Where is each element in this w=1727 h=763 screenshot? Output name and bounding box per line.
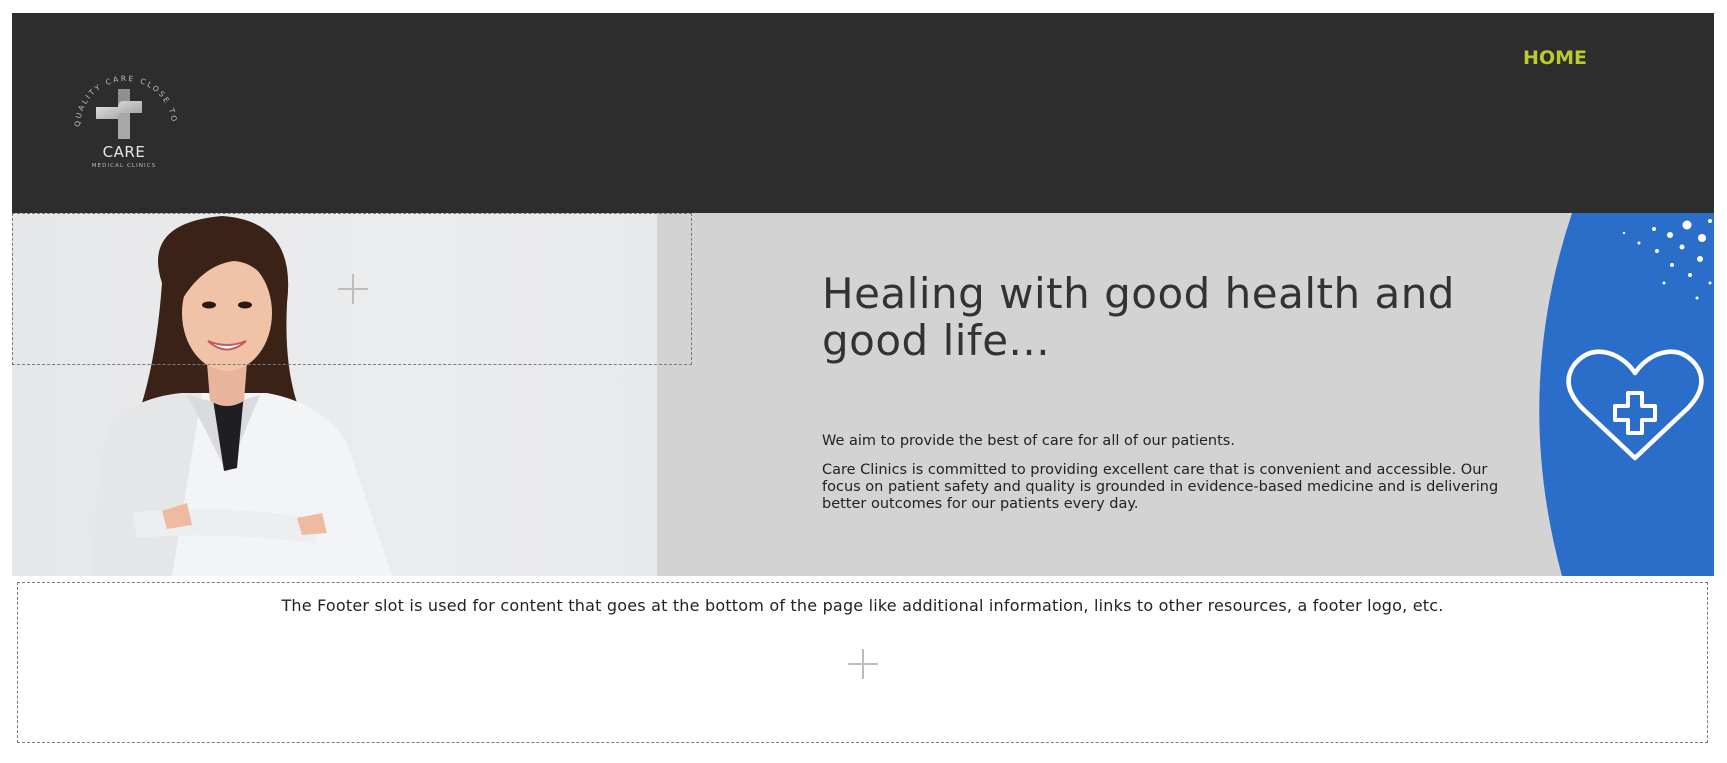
logo-name: CARE [103,143,146,161]
hero-text-block: Healing with good health and good life..… [822,270,1522,513]
image-placeholder-slot[interactable] [12,213,692,365]
hero-body: Care Clinics is committed to providing e… [822,462,1499,512]
nav-home-link[interactable]: HOME [1523,47,1587,69]
medical-cross-logo-icon: QUALITY CARE CLOSE TO HOME CARE MEDICAL … [64,57,177,169]
page: QUALITY CARE CLOSE TO HOME CARE MEDICAL … [0,0,1727,763]
hero-subtitle: We aim to provide the best of care for a… [822,433,1235,449]
plus-icon[interactable] [848,649,878,679]
logo-tagline: MEDICAL CLINICS [92,163,157,169]
hero-title: Healing with good health and good life..… [822,269,1455,365]
site-header: QUALITY CARE CLOSE TO HOME CARE MEDICAL … [12,13,1714,213]
heart-badge [1532,213,1714,576]
plus-icon[interactable] [338,274,368,304]
care-logo[interactable]: QUALITY CARE CLOSE TO HOME CARE MEDICAL … [64,57,184,179]
hero-section: Healing with good health and good life..… [12,213,1714,576]
footer-slot-description: The Footer slot is used for content that… [281,596,1444,615]
footer-slot[interactable]: The Footer slot is used for content that… [17,582,1708,743]
